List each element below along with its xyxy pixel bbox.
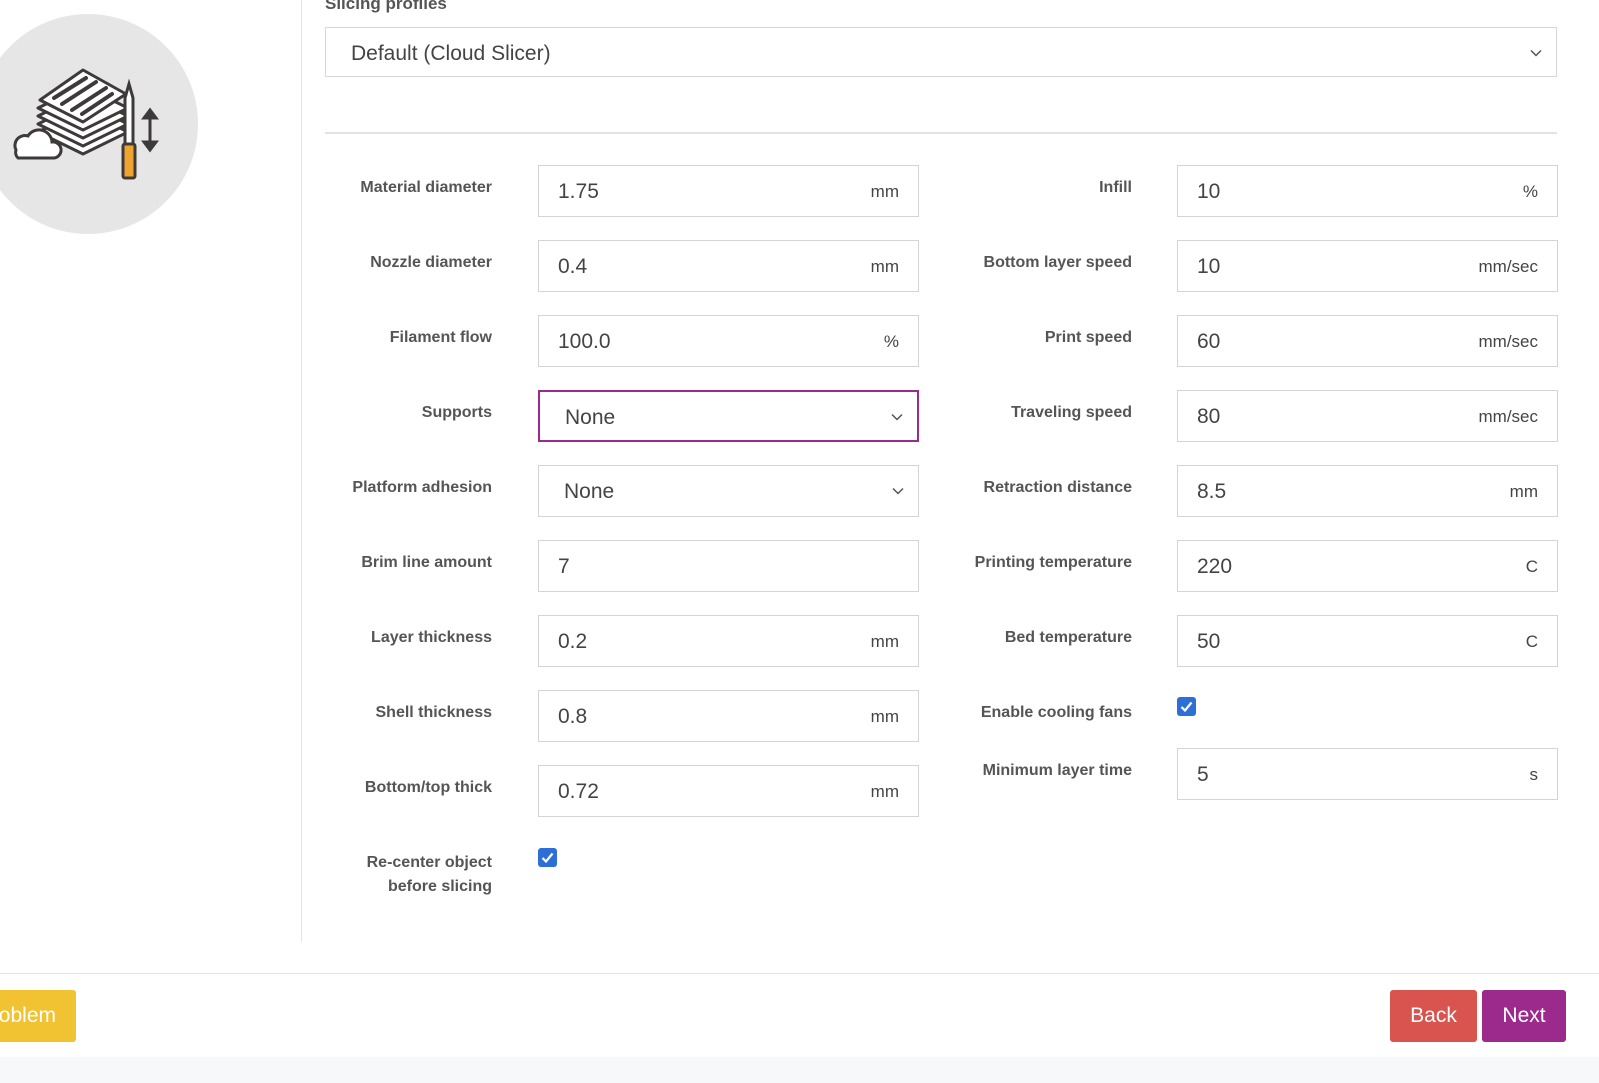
layer-thickness-unit: mm <box>870 632 899 651</box>
bottom-top-thick-value: 0.72 <box>558 780 599 803</box>
retraction-distance-value: 8.5 <box>1197 480 1227 503</box>
recenter-label-line1: Re-center object <box>366 854 492 871</box>
bottom-top-thick-input[interactable]: 0.72 mm <box>538 765 919 817</box>
printing-temperature-unit: C <box>1525 557 1538 576</box>
back-button[interactable]: Back <box>1390 990 1477 1042</box>
retraction-distance-label: Retraction distance <box>983 479 1132 496</box>
nozzle-diameter-label: Nozzle diameter <box>370 254 492 271</box>
minimum-layer-time-input[interactable]: 5 s <box>1177 748 1558 800</box>
filament-flow-unit: % <box>883 332 899 351</box>
enable-cooling-fans-checkbox[interactable] <box>1177 697 1196 716</box>
bottom-layer-speed-unit: mm/sec <box>1478 257 1539 276</box>
layer-thickness-label: Layer thickness <box>371 629 492 646</box>
layer-thickness-value: 0.2 <box>558 630 588 653</box>
retraction-distance-unit: mm <box>1509 482 1538 501</box>
printing-temperature-label: Printing temperature <box>974 554 1132 571</box>
slicing-profile-select[interactable]: Default (Cloud Slicer) <box>325 27 1557 77</box>
check-icon <box>541 852 554 864</box>
recenter-label: Re-center object before slicing <box>325 851 492 899</box>
minimum-layer-time-value: 5 <box>1197 763 1209 786</box>
platform-adhesion-value: None <box>564 480 615 503</box>
brim-line-amount-input[interactable]: 7 <box>538 540 919 592</box>
left-panel-divider <box>301 0 302 942</box>
shell-thickness-value: 0.8 <box>558 705 588 728</box>
recenter-label-line2: before slicing <box>387 878 492 895</box>
brim-line-amount-label: Brim line amount <box>361 554 492 571</box>
bed-temperature-label: Bed temperature <box>1004 629 1132 646</box>
shell-thickness-input[interactable]: 0.8 mm <box>538 690 919 742</box>
bed-temperature-input[interactable]: 50 C <box>1177 615 1558 667</box>
nozzle-diameter-input[interactable]: 0.4 mm <box>538 240 919 292</box>
bottom-top-thick-label: Bottom/top thick <box>364 779 492 796</box>
print-speed-value: 60 <box>1197 330 1221 353</box>
supports-value: None <box>565 406 616 429</box>
enable-cooling-fans-label: Enable cooling fans <box>980 704 1132 721</box>
next-button[interactable]: Next <box>1482 990 1566 1042</box>
material-diameter-label: Material diameter <box>360 179 492 196</box>
platform-adhesion-select[interactable]: None <box>538 465 919 517</box>
slicing-profiles-label: Slicing profiles <box>325 0 447 13</box>
bottom-layer-speed-input[interactable]: 10 mm/sec <box>1177 240 1558 292</box>
print-speed-input[interactable]: 60 mm/sec <box>1177 315 1558 367</box>
printing-temperature-value: 220 <box>1197 555 1233 578</box>
layer-thickness-input[interactable]: 0.2 mm <box>538 615 919 667</box>
infill-input[interactable]: 10 % <box>1177 165 1558 217</box>
report-problem-button[interactable]: oblem <box>0 990 76 1042</box>
shell-thickness-unit: mm <box>870 707 899 726</box>
page-background-strip <box>0 1057 1599 1083</box>
slicing-profile-value: Default (Cloud Slicer) <box>351 42 551 65</box>
check-icon <box>1180 701 1193 713</box>
infill-label: Infill <box>1099 179 1132 196</box>
bottom-top-thick-unit: mm <box>870 782 899 801</box>
filament-flow-input[interactable]: 100.0 % <box>538 315 919 367</box>
recenter-checkbox[interactable] <box>538 848 557 867</box>
brim-line-amount-value: 7 <box>558 555 570 578</box>
bottom-layer-speed-label: Bottom layer speed <box>983 254 1132 271</box>
chevron-down-icon <box>1530 49 1542 57</box>
infill-unit: % <box>1522 182 1538 201</box>
infill-value: 10 <box>1197 180 1221 203</box>
minimum-layer-time-label: Minimum layer time <box>982 762 1132 779</box>
print-speed-label: Print speed <box>1044 329 1132 346</box>
traveling-speed-unit: mm/sec <box>1478 407 1539 426</box>
footer-divider <box>0 973 1599 974</box>
bed-temperature-value: 50 <box>1197 630 1221 653</box>
minimum-layer-time-unit: s <box>1529 765 1539 784</box>
filament-flow-label: Filament flow <box>389 329 492 346</box>
report-problem-label: oblem <box>0 1004 56 1027</box>
bed-temperature-unit: C <box>1525 632 1538 651</box>
material-diameter-input[interactable]: 1.75 mm <box>538 165 919 217</box>
traveling-speed-value: 80 <box>1197 405 1221 428</box>
material-diameter-unit: mm <box>870 182 899 201</box>
section-divider <box>325 132 1557 134</box>
supports-select[interactable]: None <box>538 390 919 442</box>
chevron-down-icon <box>892 487 904 495</box>
bottom-layer-speed-value: 10 <box>1197 255 1221 278</box>
filament-flow-value: 100.0 <box>558 330 611 353</box>
nozzle-diameter-unit: mm <box>870 257 899 276</box>
shell-thickness-label: Shell thickness <box>375 704 493 721</box>
platform-adhesion-label: Platform adhesion <box>352 479 492 496</box>
traveling-speed-input[interactable]: 80 mm/sec <box>1177 390 1558 442</box>
print-speed-unit: mm/sec <box>1478 332 1539 351</box>
retraction-distance-input[interactable]: 8.5 mm <box>1177 465 1558 517</box>
cloud-slicer-icon <box>0 14 198 234</box>
material-diameter-value: 1.75 <box>558 180 599 203</box>
traveling-speed-label: Traveling speed <box>1011 404 1132 421</box>
supports-label: Supports <box>421 404 492 421</box>
chevron-down-icon <box>891 413 903 421</box>
nozzle-diameter-value: 0.4 <box>558 255 588 278</box>
printing-temperature-input[interactable]: 220 C <box>1177 540 1558 592</box>
